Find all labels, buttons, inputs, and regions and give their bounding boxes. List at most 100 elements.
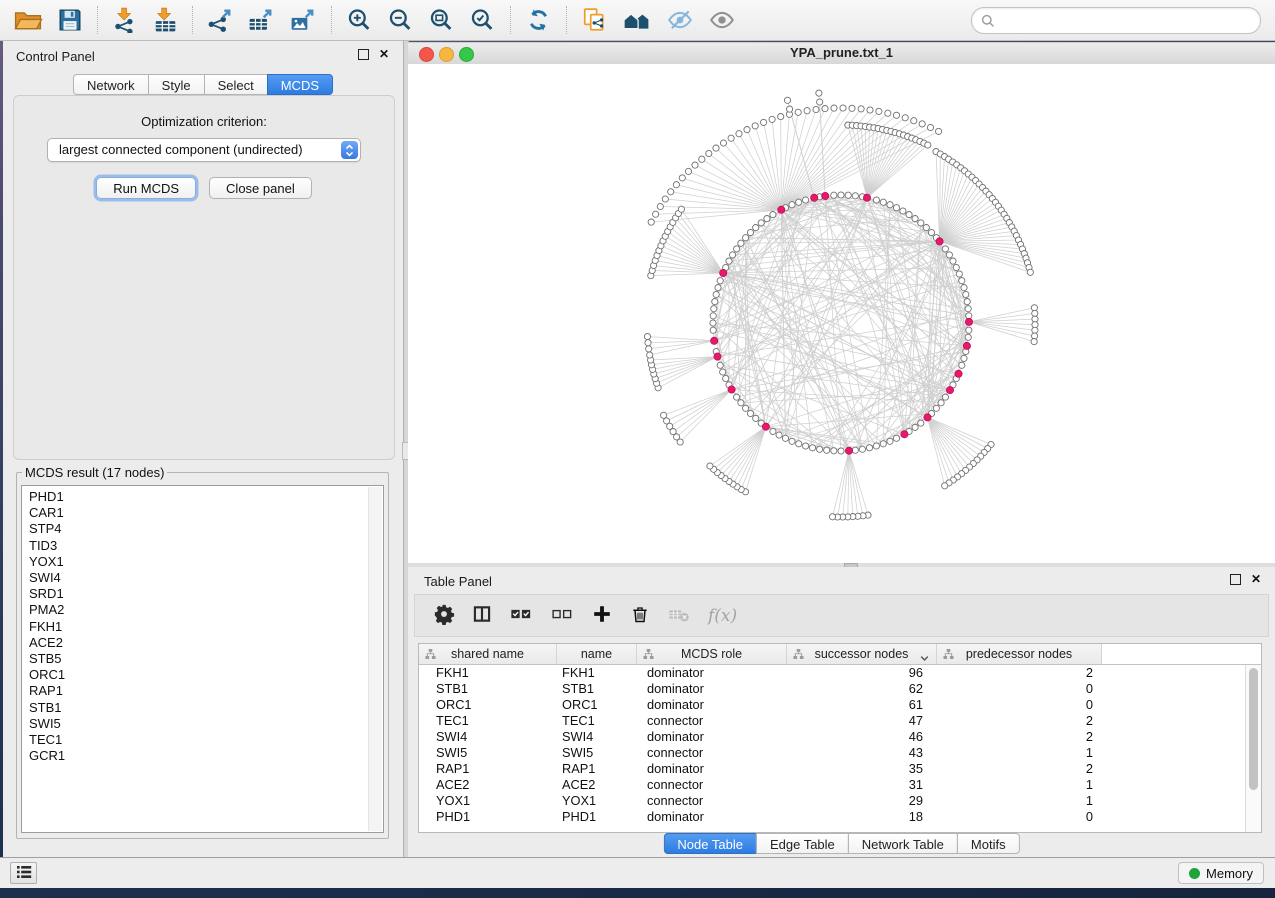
import-table-button[interactable] — [147, 3, 183, 37]
export-table-button[interactable] — [242, 3, 280, 37]
table-cell: 2 — [937, 761, 1102, 777]
mcds-result-item[interactable]: SWI4 — [29, 570, 383, 586]
tab-select[interactable]: Select — [204, 74, 268, 95]
table-row[interactable]: ACE2ACE2connector311 — [419, 777, 1246, 793]
close-panel-icon[interactable]: ✕ — [379, 48, 389, 60]
mcds-result-item[interactable]: SRD1 — [29, 586, 383, 602]
table-scrollbar[interactable] — [1245, 665, 1261, 832]
search-input[interactable] — [1000, 9, 1252, 32]
minimize-window-icon[interactable] — [439, 47, 454, 62]
mcds-result-item[interactable]: STB1 — [29, 700, 383, 716]
export-network-button[interactable] — [202, 3, 238, 37]
mcds-result-item[interactable]: CAR1 — [29, 505, 383, 521]
run-mcds-button[interactable]: Run MCDS — [96, 177, 196, 199]
scrollbar-thumb[interactable] — [1249, 668, 1258, 790]
maximize-window-icon[interactable] — [459, 47, 474, 62]
close-window-icon[interactable] — [419, 47, 434, 62]
gear-button[interactable] — [433, 603, 455, 628]
table-cell: connector — [637, 713, 787, 729]
mcds-result-item[interactable]: STB5 — [29, 651, 383, 667]
table-cell: connector — [637, 793, 787, 809]
mcds-result-item[interactable]: GCR1 — [29, 748, 383, 764]
select-all-button[interactable] — [509, 603, 533, 628]
float-panel-icon[interactable] — [358, 49, 369, 60]
close-panel-button[interactable]: Close panel — [209, 177, 312, 199]
refresh-view-button[interactable] — [520, 3, 557, 37]
save-session-button[interactable] — [52, 3, 88, 37]
delete-row-button[interactable] — [630, 603, 650, 628]
deselect-all-button[interactable] — [550, 603, 574, 628]
mcds-result-item[interactable]: YOX1 — [29, 554, 383, 570]
table-cell: SWI4 — [557, 729, 637, 745]
tab-style[interactable]: Style — [148, 74, 205, 95]
network-canvas[interactable] — [408, 64, 1275, 563]
tab-mcds[interactable]: MCDS — [267, 74, 333, 95]
mcds-result-item[interactable]: RAP1 — [29, 683, 383, 699]
table-row[interactable]: STB1STB1dominator620 — [419, 681, 1246, 697]
column-header-name[interactable]: name — [557, 644, 637, 664]
table-panel-header: Table Panel ✕ — [424, 573, 1261, 591]
zoom-out-button[interactable] — [382, 3, 419, 37]
table-cell: FKH1 — [557, 665, 637, 681]
tab-node-table[interactable]: Node Table — [663, 833, 757, 854]
table-row[interactable]: FKH1FKH1dominator962 — [419, 665, 1246, 681]
table-row[interactable]: PHD1PHD1dominator180 — [419, 809, 1246, 825]
export-image-button[interactable] — [284, 3, 322, 37]
float-panel-icon[interactable] — [1230, 574, 1241, 585]
tab-network-table[interactable]: Network Table — [848, 833, 958, 854]
close-panel-icon[interactable]: ✕ — [1251, 573, 1261, 585]
zoom-in-button[interactable] — [341, 3, 378, 37]
mcds-result-item[interactable]: ACE2 — [29, 635, 383, 651]
table-row[interactable]: RAP1RAP1dominator352 — [419, 761, 1246, 777]
open-file-button[interactable] — [8, 3, 48, 37]
table-cell: YOX1 — [419, 793, 557, 809]
column-header-MCDS-role[interactable]: MCDS role — [637, 644, 787, 664]
tab-network[interactable]: Network — [73, 74, 149, 95]
add-row-button[interactable] — [591, 603, 613, 628]
mcds-result-title: MCDS result (17 nodes) — [22, 465, 167, 480]
table-row[interactable]: TEC1TEC1connector472 — [419, 713, 1246, 729]
open-file-icon — [13, 7, 43, 33]
table-row[interactable]: YOX1YOX1connector291 — [419, 793, 1246, 809]
column-header-shared-name[interactable]: shared name — [419, 644, 557, 664]
mcds-result-item[interactable]: STP4 — [29, 521, 383, 537]
table-row[interactable]: SWI4SWI4dominator462 — [419, 729, 1246, 745]
optimization-criterion-select[interactable]: largest connected component (undirected) — [47, 138, 361, 162]
table-row[interactable]: ORC1ORC1dominator610 — [419, 697, 1246, 713]
table-cell: 29 — [787, 793, 937, 809]
toolbar-separator — [566, 6, 567, 34]
table-cell: dominator — [637, 761, 787, 777]
import-network-button[interactable] — [107, 3, 143, 37]
duplicate-page-button[interactable] — [576, 3, 613, 37]
mcds-result-item[interactable]: SWI5 — [29, 716, 383, 732]
table-cell: connector — [637, 777, 787, 793]
table-row[interactable]: SWI5SWI5connector431 — [419, 745, 1246, 761]
mcds-result-list[interactable]: PHD1CAR1STP4TID3YOX1SWI4SRD1PMA2FKH1ACE2… — [21, 485, 384, 833]
tab-motifs[interactable]: Motifs — [957, 833, 1020, 854]
column-header-predecessor-nodes[interactable]: predecessor nodes — [937, 644, 1102, 664]
mcds-result-item[interactable]: TEC1 — [29, 732, 383, 748]
memory-button[interactable]: Memory — [1178, 862, 1264, 884]
network-titlebar[interactable]: YPA_prune.txt_1 — [408, 42, 1275, 65]
table-cell: SWI5 — [419, 745, 557, 761]
search-box[interactable] — [971, 7, 1261, 34]
select-stepper-icon — [341, 141, 358, 159]
zoom-selected-button[interactable] — [464, 3, 501, 37]
hide-selected-button[interactable] — [661, 3, 699, 37]
mcds-result-item[interactable]: FKH1 — [29, 619, 383, 635]
mcds-result-item[interactable]: TID3 — [29, 538, 383, 554]
zoom-fit-button[interactable] — [423, 3, 460, 37]
table-tabs: Node TableEdge TableNetwork TableMotifs — [663, 833, 1019, 854]
table-cell: 1 — [937, 745, 1102, 761]
mcds-result-item[interactable]: PMA2 — [29, 602, 383, 618]
mcds-result-item[interactable]: ORC1 — [29, 667, 383, 683]
tab-edge-table[interactable]: Edge Table — [756, 833, 849, 854]
show-all-button[interactable] — [703, 3, 741, 37]
result-scrollbar[interactable] — [368, 487, 382, 831]
first-neighbors-button[interactable] — [617, 3, 657, 37]
column-header-successor-nodes[interactable]: successor nodes — [787, 644, 937, 664]
table-cell: TEC1 — [419, 713, 557, 729]
mcds-result-item[interactable]: PHD1 — [29, 489, 383, 505]
columns-button[interactable] — [472, 603, 492, 628]
status-list-button[interactable] — [10, 862, 37, 884]
